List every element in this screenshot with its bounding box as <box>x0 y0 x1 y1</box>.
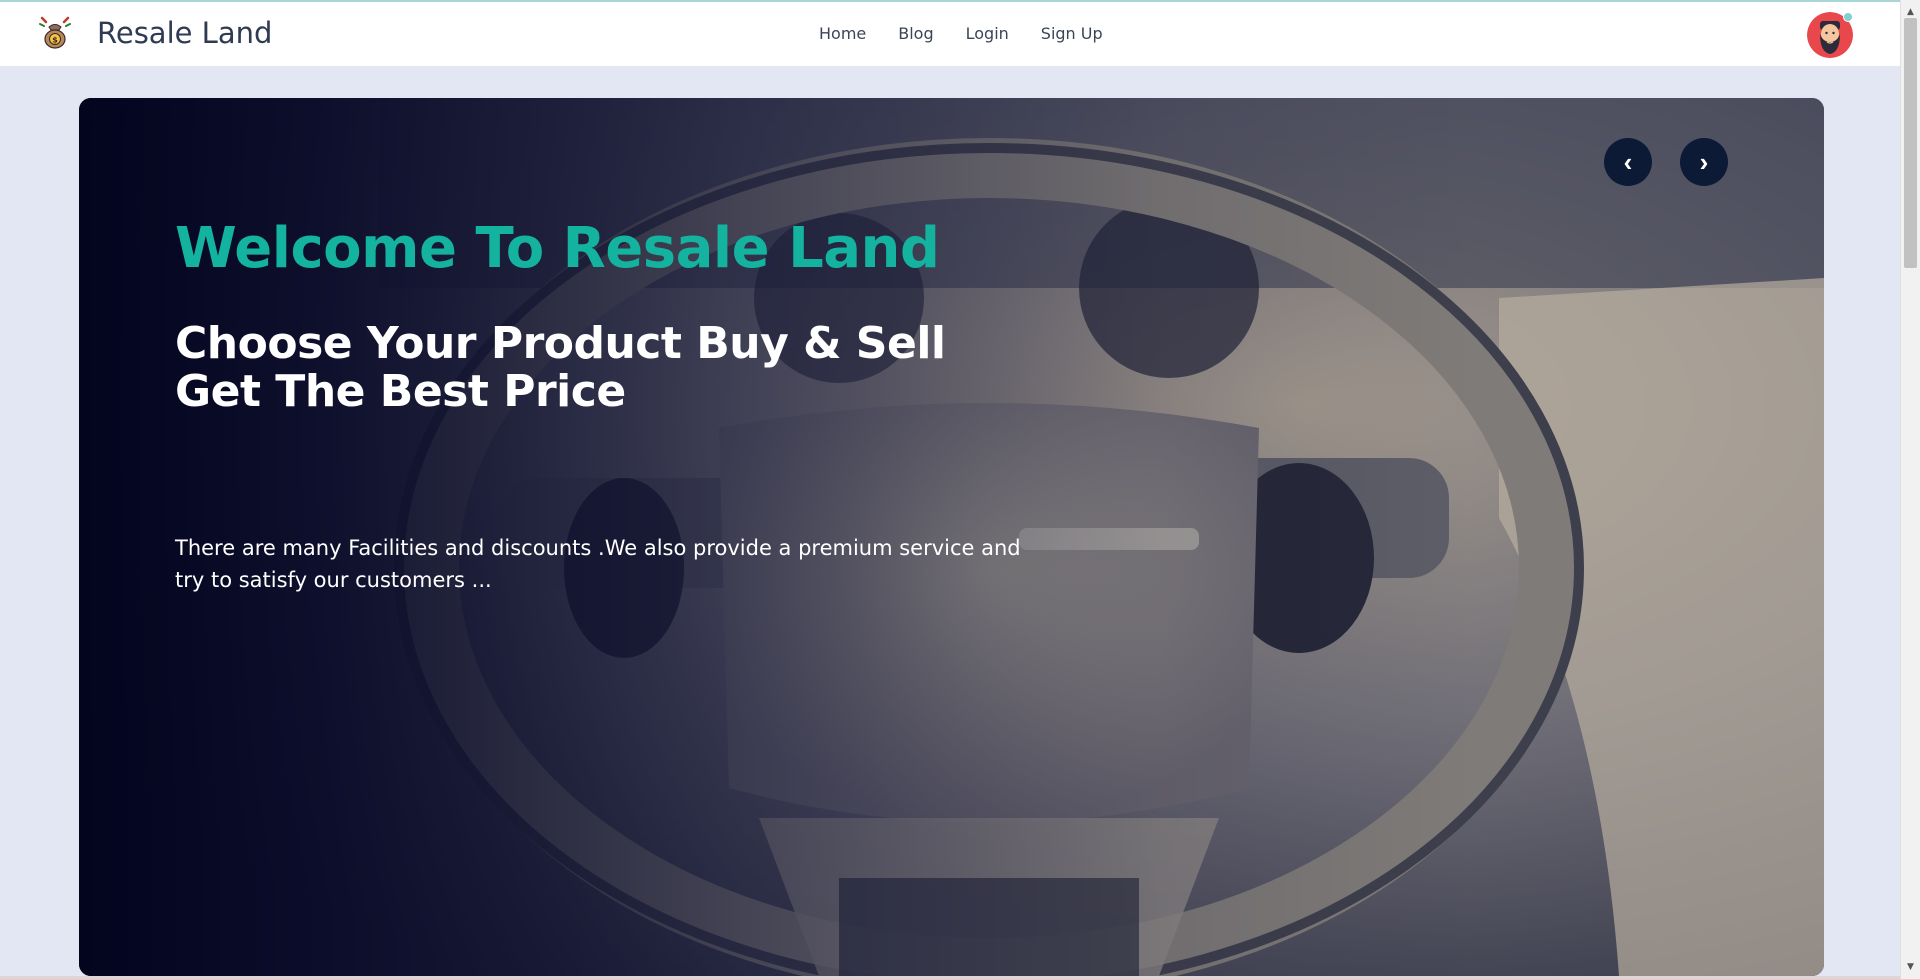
nav-link-blog[interactable]: Blog <box>898 24 933 43</box>
navbar: $ Resale Land Home Blog Login Sign Up <box>0 2 1900 66</box>
scroll-thumb[interactable] <box>1904 18 1917 268</box>
brand[interactable]: $ Resale Land <box>38 16 272 50</box>
hero-subtitle-line-1: Choose Your Product Buy & Sell <box>175 318 946 369</box>
hero-subtitle-line-2: Get The Best Price <box>175 366 626 417</box>
brand-name: Resale Land <box>97 16 273 50</box>
vertical-scrollbar[interactable]: ▲ ▼ <box>1900 0 1920 979</box>
hero-description-line-2: try to satisfy our customers ... <box>175 568 492 592</box>
carousel-prev-button[interactable]: ‹ <box>1604 138 1652 186</box>
hero-description: There are many Facilities and discounts … <box>175 532 1055 596</box>
scroll-up-arrow-icon[interactable]: ▲ <box>1907 7 1914 17</box>
nav-link-home[interactable]: Home <box>819 24 866 43</box>
hero-title: Welcome To Resale Land <box>175 216 940 281</box>
hero-banner: ‹ › Welcome To Resale Land Choose Your P… <box>79 98 1824 976</box>
hero-description-line-1: There are many Facilities and discounts … <box>175 536 1021 560</box>
scroll-down-arrow-icon[interactable]: ▼ <box>1907 962 1914 972</box>
carousel-next-button[interactable]: › <box>1680 138 1728 186</box>
nav-link-signup[interactable]: Sign Up <box>1041 24 1103 43</box>
hero-subtitle: Choose Your Product Buy & Sell Get The B… <box>175 320 1035 416</box>
nav-link-login[interactable]: Login <box>966 24 1009 43</box>
money-bag-icon: $ <box>39 16 71 49</box>
svg-text:$: $ <box>52 36 58 45</box>
main-nav: Home Blog Login Sign Up <box>819 24 1103 43</box>
online-status-dot <box>1843 12 1853 22</box>
